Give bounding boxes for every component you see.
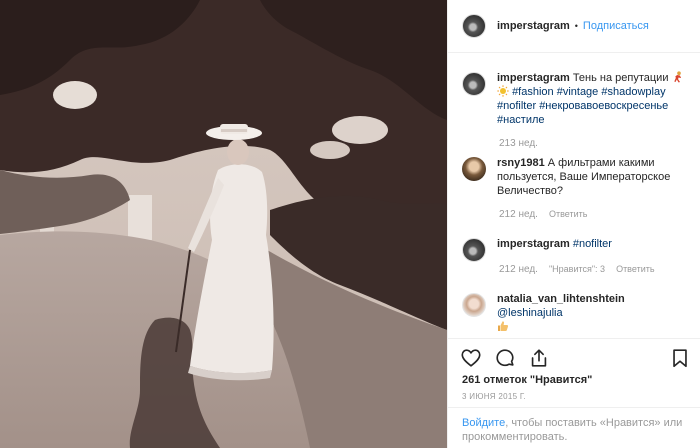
reply-button[interactable]: Ответить <box>616 264 654 275</box>
comment-time[interactable]: 212 нед. <box>499 264 538 275</box>
comment-time[interactable]: 212 нед. <box>499 209 538 220</box>
thumbs-up-emoji-icon <box>498 321 509 331</box>
caption-tags-line2[interactable]: #nofilter #некровавоевоскресенье <box>497 100 668 112</box>
post-actions: 261 отметок "Нравится" 3 ИЮНЯ 2015 Г. Во… <box>448 338 700 444</box>
follow-button[interactable]: Подписаться <box>583 20 649 32</box>
caption-tags-line3[interactable]: #настиле <box>497 114 545 126</box>
comment-item: natalia_van_lihtenshtein @leshinajulia <box>462 292 692 334</box>
reply-button[interactable]: Ответить <box>549 209 587 220</box>
caption-comment: imperstagram Тень на репутации #fashion … <box>462 71 692 127</box>
caption-avatar[interactable] <box>462 72 486 96</box>
caption-meta: 213 нед. <box>499 138 538 149</box>
login-prompt: Войдите, чтобы поставить «Нравится» или … <box>448 407 700 444</box>
heart-icon[interactable] <box>460 347 482 369</box>
caption-tags-line1[interactable]: #fashion #vintage #shadowplay <box>512 86 666 98</box>
action-icons <box>460 347 550 369</box>
commenter-avatar[interactable] <box>462 238 486 262</box>
caption-time[interactable]: 213 нед. <box>499 138 538 149</box>
comment-hashtag[interactable]: #nofilter <box>573 238 612 250</box>
login-link[interactable]: Войдите <box>462 417 505 429</box>
bookmark-icon[interactable] <box>669 347 691 369</box>
caption-text: Тень на репутации <box>572 72 669 84</box>
comment-meta: 212 нед. Ответить <box>499 209 587 220</box>
comment-username[interactable]: imperstagram <box>497 238 570 250</box>
author-avatar[interactable] <box>462 14 486 38</box>
commenter-avatar[interactable] <box>462 293 486 317</box>
post-sidebar: imperstagram • Подписаться imperstagram … <box>447 0 700 448</box>
comment-item: rsny1981 А фильтрами какими пользуется, … <box>462 156 692 198</box>
comment-text-block: imperstagram #nofilter <box>497 237 692 262</box>
comment-text-block: natalia_van_lihtenshtein @leshinajulia <box>497 292 692 334</box>
caption-text-block: imperstagram Тень на репутации #fashion … <box>497 71 692 127</box>
post-date[interactable]: 3 ИЮНЯ 2015 Г. <box>462 392 526 401</box>
comment-item: imperstagram #nofilter <box>462 237 692 262</box>
sun-emoji-icon <box>497 85 509 97</box>
commenter-avatar[interactable] <box>462 157 486 181</box>
comment-username[interactable]: rsny1981 <box>497 157 545 169</box>
header-separator: • <box>574 21 578 31</box>
caption-username[interactable]: imperstagram <box>497 72 570 84</box>
post-header: imperstagram • Подписаться <box>448 0 700 53</box>
vintage-photo-illustration <box>0 0 447 448</box>
comment-icon[interactable] <box>494 347 516 369</box>
comment-username[interactable]: natalia_van_lihtenshtein <box>497 293 625 305</box>
comment-text-block: rsny1981 А фильтрами какими пользуется, … <box>497 156 692 198</box>
comment-likes[interactable]: "Нравится": 3 <box>549 264 605 275</box>
author-username[interactable]: imperstagram <box>497 20 570 32</box>
comment-meta: 212 нед. "Нравится": 3 Ответить <box>499 264 655 275</box>
running-person-emoji-icon <box>673 71 681 83</box>
likes-count[interactable]: 261 отметок "Нравится" <box>462 374 592 386</box>
post-photo[interactable] <box>0 0 447 448</box>
comment-mention[interactable]: @leshinajulia <box>497 307 563 319</box>
share-icon[interactable] <box>528 347 550 369</box>
